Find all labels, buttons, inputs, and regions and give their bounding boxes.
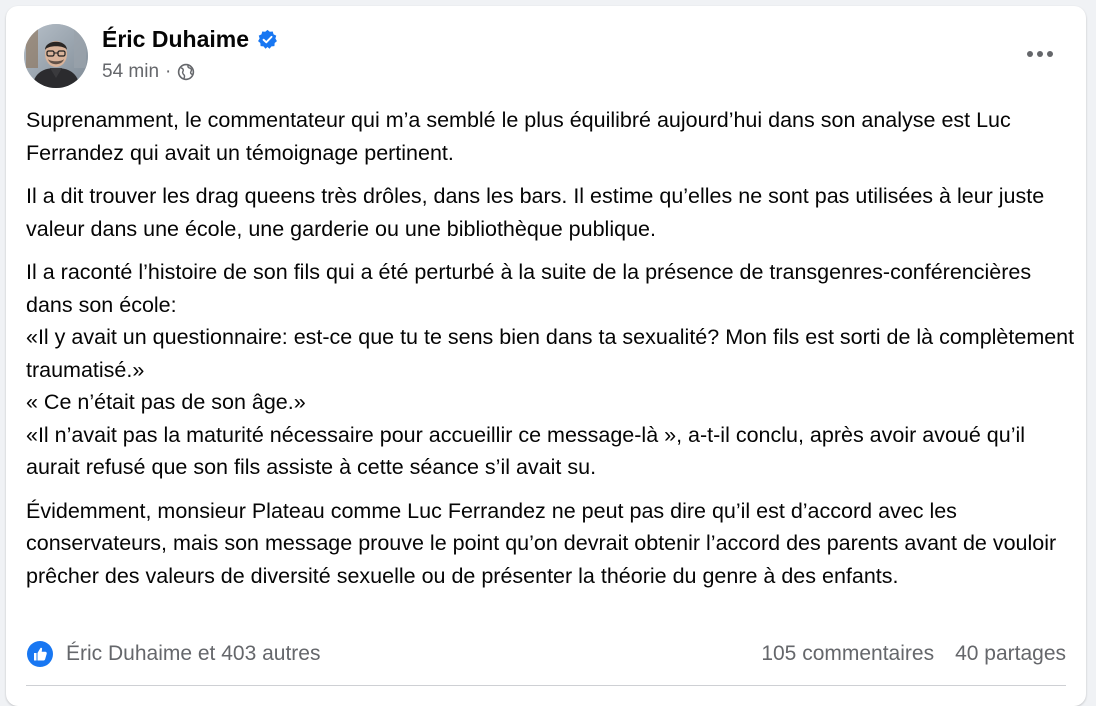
post-card: Éric Duhaime 54 min · Suprenamment, le c…	[6, 6, 1086, 706]
comments-count-link[interactable]: 105 commentaires	[761, 642, 934, 666]
post-text-line: «Il n’avait pas la maturité nécessaire p…	[26, 422, 1026, 480]
shares-count-link[interactable]: 40 partages	[955, 642, 1066, 666]
post-footer: Éric Duhaime et 403 autres 105 commentai…	[26, 634, 1066, 674]
post-text: Suprenamment, le commentateur qui m’a se…	[26, 104, 1076, 603]
author-line: Éric Duhaime	[102, 26, 278, 53]
reactions-summary[interactable]: Éric Duhaime et 403 autres	[26, 640, 320, 668]
post-stats: 105 commentaires 40 partages	[761, 642, 1066, 666]
footer-divider	[26, 685, 1066, 686]
globe-icon[interactable]	[177, 63, 195, 81]
post-paragraph: Il a dit trouver les drag queens très dr…	[26, 180, 1076, 245]
post-text-line: Il a dit trouver les drag queens très dr…	[26, 184, 1045, 241]
post-text-line: Il a raconté l’histoire de son fils qui …	[26, 260, 1032, 317]
post-paragraph: Il a raconté l’histoire de son fils qui …	[26, 256, 1076, 484]
author-name[interactable]: Éric Duhaime	[102, 26, 249, 53]
post-text-line: «Il y avait un questionnaire: est-ce que…	[26, 325, 1075, 382]
post-header: Éric Duhaime 54 min ·	[24, 24, 1068, 90]
post-paragraph: Suprenamment, le commentateur qui m’a se…	[26, 104, 1076, 169]
avatar-photo	[24, 24, 88, 88]
author-avatar[interactable]	[24, 24, 88, 88]
post-text-line: « Ce n’était pas de son âge.»	[26, 390, 306, 414]
post-paragraph: Évidemment, monsieur Plateau comme Luc F…	[26, 495, 1076, 593]
post-text-line: Évidemment, monsieur Plateau comme Luc F…	[26, 498, 1057, 588]
like-icon	[26, 640, 54, 668]
post-text-line: Suprenamment, le commentateur qui m’a se…	[26, 108, 1011, 165]
more-horizontal-icon	[1027, 51, 1053, 57]
post-timestamp[interactable]: 54 min	[102, 61, 159, 83]
meta-separator: ·	[165, 61, 172, 82]
reactions-label: Éric Duhaime et 403 autres	[66, 642, 321, 665]
post-meta: 54 min ·	[102, 61, 278, 83]
author-block: Éric Duhaime 54 min ·	[102, 26, 278, 83]
more-options-button[interactable]	[1022, 36, 1058, 72]
verified-badge-icon	[257, 29, 278, 50]
